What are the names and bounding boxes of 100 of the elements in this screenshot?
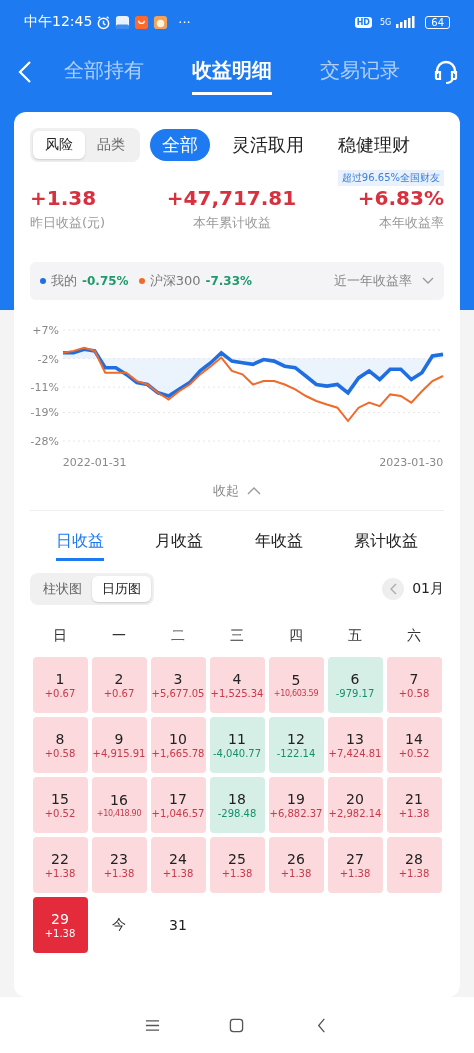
day-profit: +1.38 xyxy=(339,868,371,879)
segment-option[interactable]: 风险 xyxy=(33,131,85,159)
network-label: 5G xyxy=(379,17,392,27)
period-tab[interactable]: 累计收益 xyxy=(354,525,419,561)
day-number: 3 xyxy=(173,671,183,687)
stat-label: 本年累计收益 xyxy=(192,214,271,232)
calendar-day[interactable]: 23 +1.38 xyxy=(91,837,147,893)
day-number: 19 xyxy=(287,791,305,807)
calendar-day[interactable]: 16 +10,418.90 xyxy=(91,777,147,833)
day-profit: +1,665.78 xyxy=(151,748,205,759)
calendar-day[interactable]: 6 -979.17 xyxy=(327,657,383,713)
day-number: 24 xyxy=(169,851,187,867)
period-tab[interactable]: 月收益 xyxy=(155,525,204,561)
view-option[interactable]: 柱状图 xyxy=(33,576,92,602)
weekday-label: 一 xyxy=(111,627,127,645)
day-profit: +1,046.57 xyxy=(151,808,205,819)
day-number: 9 xyxy=(114,731,124,747)
rank-badge: 超过96.65%全国财友 xyxy=(337,170,444,186)
day-profit: +1.38 xyxy=(44,928,76,939)
legend-name: 沪深300 xyxy=(149,272,201,290)
day-number: 31 xyxy=(169,917,187,933)
calendar-day[interactable]: 22 +1.38 xyxy=(32,837,88,893)
day-number: 5 xyxy=(291,672,301,688)
calendar-day[interactable]: 2 +0.67 xyxy=(91,657,147,713)
calendar-day[interactable]: 31 xyxy=(150,897,206,953)
day-profit: +1.38 xyxy=(44,868,76,879)
day-profit: +1.38 xyxy=(398,868,430,879)
day-number: 29 xyxy=(51,911,69,927)
stat-label: 昨日收益(元) xyxy=(30,214,106,232)
calendar-day[interactable]: 今 xyxy=(91,897,147,953)
calendar-day[interactable]: 20 +2,982.14 xyxy=(327,777,383,833)
category-tab[interactable]: 稳健理财 xyxy=(326,129,422,161)
collapse-link[interactable]: 收起 xyxy=(213,482,239,500)
day-profit: +1,525.34 xyxy=(210,688,264,699)
calendar-day[interactable]: 26 +1.38 xyxy=(268,837,324,893)
day-number: 15 xyxy=(51,791,69,807)
day-profit: +0.67 xyxy=(44,688,76,699)
day-number: 11 xyxy=(228,731,246,747)
day-profit: +0.58 xyxy=(398,688,430,699)
segment-option[interactable]: 品类 xyxy=(85,131,137,159)
day-profit: +1.38 xyxy=(162,868,194,879)
calendar-day[interactable]: 14 +0.52 xyxy=(386,717,442,773)
calendar-day[interactable]: 7 +0.58 xyxy=(386,657,442,713)
day-profit: +7,424.81 xyxy=(328,748,382,759)
calendar-day[interactable]: 28 +1.38 xyxy=(386,837,442,893)
calendar-day[interactable]: 3 +5,677.05 xyxy=(150,657,206,713)
day-number: 1 xyxy=(55,671,65,687)
y-tick-label: -19% xyxy=(30,406,59,420)
calendar-day[interactable]: 4 +1,525.34 xyxy=(209,657,265,713)
day-profit: +0.67 xyxy=(103,688,135,699)
calendar-day[interactable]: 10 +1,665.78 xyxy=(150,717,206,773)
day-profit: +0.52 xyxy=(398,748,430,759)
calendar-day[interactable]: 1 +0.67 xyxy=(32,657,88,713)
day-number: 6 xyxy=(350,671,360,687)
calendar-day[interactable]: 25 +1.38 xyxy=(209,837,265,893)
weekday-label: 二 xyxy=(170,627,186,645)
day-number: 22 xyxy=(51,851,69,867)
calendar-day[interactable]: 12 -122.14 xyxy=(268,717,324,773)
stat-label: 本年收益率 xyxy=(379,214,444,232)
calendar-day[interactable]: 5 +10,603.59 xyxy=(268,657,324,713)
weekday-label: 五 xyxy=(347,627,363,645)
category-tab[interactable]: 灵活取用 xyxy=(220,129,316,161)
stat-value: +47,717.81 xyxy=(166,186,297,210)
y-tick-label: -2% xyxy=(37,352,59,366)
status-time: 中午12:45 xyxy=(24,13,93,31)
calendar-day[interactable]: 15 +0.52 xyxy=(32,777,88,833)
x-tick-label: 2023-01-30 xyxy=(379,456,444,469)
day-number: 20 xyxy=(346,791,364,807)
day-number: 13 xyxy=(346,731,364,747)
view-option[interactable]: 日历图 xyxy=(92,576,151,602)
more-notifications: ··· xyxy=(178,14,191,30)
calendar-day[interactable]: 18 -298.48 xyxy=(209,777,265,833)
day-number: 26 xyxy=(287,851,305,867)
calendar-day[interactable]: 21 +1.38 xyxy=(386,777,442,833)
day-profit: +10,603.59 xyxy=(273,689,319,698)
calendar-day[interactable]: 9 +4,915.91 xyxy=(91,717,147,773)
day-profit: +1.38 xyxy=(221,868,253,879)
period-tab[interactable]: 年收益 xyxy=(254,525,303,561)
day-number: 18 xyxy=(228,791,246,807)
calendar-day[interactable]: 13 +7,424.81 xyxy=(327,717,383,773)
calendar-day[interactable]: 11 -4,040.77 xyxy=(209,717,265,773)
calendar-day[interactable]: 8 +0.58 xyxy=(32,717,88,773)
calendar-day[interactable]: 29 +1.38 xyxy=(32,897,88,953)
weekday-label: 四 xyxy=(288,627,304,645)
month-label: 01月 xyxy=(412,580,444,598)
period-tab[interactable]: 日收益 xyxy=(55,525,104,561)
day-profit: +0.58 xyxy=(44,748,76,759)
category-tab[interactable]: 全部 xyxy=(150,129,210,161)
day-profit: +5,677.05 xyxy=(151,688,205,699)
day-profit: -4,040.77 xyxy=(212,748,262,759)
day-profit: +10,418.90 xyxy=(96,809,142,818)
calendar-day[interactable]: 27 +1.38 xyxy=(327,837,383,893)
hd-badge: HD xyxy=(354,16,372,28)
day-profit: +1.38 xyxy=(103,868,135,879)
nav-tab[interactable]: 收益明细 xyxy=(192,49,272,95)
calendar-day[interactable]: 19 +6,882.37 xyxy=(268,777,324,833)
calendar-day[interactable]: 17 +1,046.57 xyxy=(150,777,206,833)
legend-name: 我的 xyxy=(51,272,77,290)
day-number: 今 xyxy=(112,916,126,934)
calendar-day[interactable]: 24 +1.38 xyxy=(150,837,206,893)
